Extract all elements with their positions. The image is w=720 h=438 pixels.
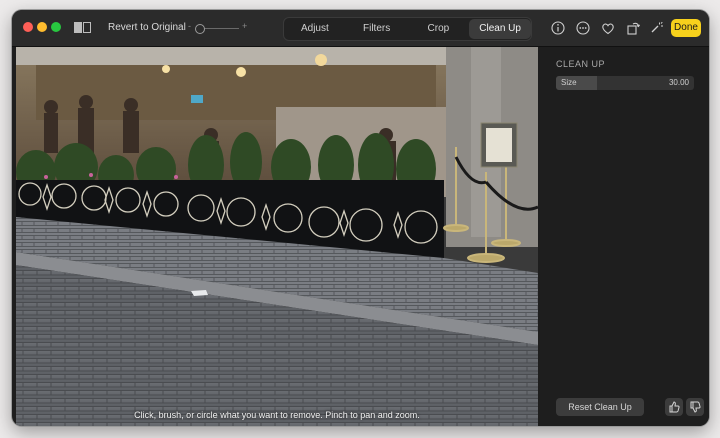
zoom-window-button[interactable]: [51, 22, 61, 32]
tab-filters[interactable]: Filters: [346, 19, 408, 39]
tab-adjust[interactable]: Adjust: [284, 19, 346, 39]
photos-window: Revert to Original - + Adjust Filters Cr…: [12, 10, 709, 426]
photo-canvas[interactable]: Click, brush, or circle what you want to…: [16, 47, 538, 426]
size-value: 30.00: [668, 78, 689, 87]
clean-up-panel: CLEAN UP Size 30.00 Reset Clean Up: [542, 47, 709, 426]
edit-mode-tabs: Adjust Filters Crop Clean Up: [283, 17, 532, 41]
revert-to-original-button[interactable]: Revert to Original: [108, 22, 186, 33]
zoom-out-label: -: [188, 21, 191, 31]
slider-knob[interactable]: [195, 24, 205, 34]
panel-title: CLEAN UP: [556, 59, 606, 69]
split-view-icon[interactable]: [74, 22, 92, 33]
toolbar: Revert to Original - + Adjust Filters Cr…: [12, 10, 709, 47]
zoom-in-label: +: [242, 21, 248, 31]
rotate-icon[interactable]: [625, 20, 641, 36]
thumbs-up-icon[interactable]: [665, 398, 683, 416]
instruction-hint: Click, brush, or circle what you want to…: [134, 410, 420, 420]
close-window-button[interactable]: [23, 22, 33, 32]
magic-wand-icon[interactable]: [648, 20, 664, 36]
info-icon[interactable]: [550, 20, 566, 36]
tab-clean-up[interactable]: Clean Up: [469, 19, 531, 39]
size-label: Size: [561, 78, 577, 87]
zoom-slider[interactable]: - +: [188, 21, 248, 34]
size-slider[interactable]: Size 30.00: [556, 76, 694, 90]
tab-crop[interactable]: Crop: [408, 19, 470, 39]
minimize-window-button[interactable]: [37, 22, 47, 32]
done-button[interactable]: Done: [671, 19, 701, 37]
thumbs-down-icon[interactable]: [686, 398, 704, 416]
heart-icon[interactable]: [600, 20, 616, 36]
photo-image: [16, 47, 538, 426]
reset-clean-up-button[interactable]: Reset Clean Up: [556, 398, 644, 416]
more-icon[interactable]: [575, 20, 591, 36]
